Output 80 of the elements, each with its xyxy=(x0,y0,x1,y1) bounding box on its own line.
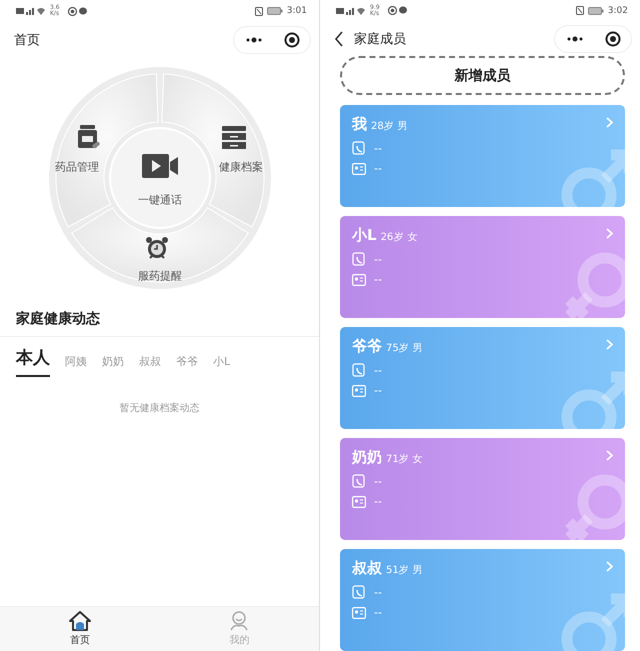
battery-icon xyxy=(588,6,604,15)
member-age: 71岁 xyxy=(386,452,409,466)
phone-icon xyxy=(352,474,366,488)
notification-icons-drawing xyxy=(388,6,408,16)
member-tab[interactable]: 爷爷 xyxy=(176,353,198,377)
member-tab[interactable]: 阿姨 xyxy=(65,353,87,377)
member-name: 我 xyxy=(352,115,367,134)
member-card[interactable]: 奶奶 71岁 女 -- -- xyxy=(340,438,625,540)
close-icon[interactable] xyxy=(604,30,620,47)
id-card-icon xyxy=(352,496,366,508)
id-card-icon xyxy=(352,384,366,396)
menu-label[interactable]: 服药提醒 xyxy=(138,268,182,284)
member-sex: 男 xyxy=(412,564,423,577)
add-member-button[interactable]: 新增成员 xyxy=(340,56,625,95)
nfc-icon xyxy=(254,6,263,16)
member-card[interactable]: 我 28岁 男 -- -- xyxy=(340,105,625,207)
back-icon[interactable] xyxy=(334,30,344,47)
phone-icon xyxy=(352,141,366,155)
section-title: 家庭健康动态 xyxy=(15,310,101,329)
id-number: -- xyxy=(374,162,382,175)
id-card-icon xyxy=(352,274,366,286)
status-icons-drawing xyxy=(16,6,46,16)
house-icon[interactable] xyxy=(68,611,91,631)
member-age: 28岁 xyxy=(371,120,394,133)
phone-number: -- xyxy=(374,252,382,266)
member-sex: 女 xyxy=(412,453,423,466)
member-name: 小L xyxy=(352,226,377,245)
status-time: 3:02 xyxy=(608,6,628,16)
menu-label[interactable]: 一键通话 xyxy=(138,192,182,208)
member-tab[interactable]: 本人 xyxy=(16,345,50,377)
member-sex: 女 xyxy=(407,231,418,244)
member-tab[interactable]: 奶奶 xyxy=(102,353,124,377)
empty-message: 暂无健康档案动态 xyxy=(118,402,200,415)
battery-icon xyxy=(266,7,283,15)
menu-segment[interactable] xyxy=(161,74,264,228)
phone-icon xyxy=(352,363,366,377)
tab-label[interactable]: 首页 xyxy=(70,633,90,647)
medicine-bottle-icon xyxy=(76,124,100,150)
menu-segment[interactable] xyxy=(71,207,249,282)
member-card[interactable]: 叔叔 51岁 男 -- -- xyxy=(340,549,625,651)
status-icons-drawing xyxy=(336,6,366,16)
phone-number: -- xyxy=(374,364,382,376)
member-age: 26岁 xyxy=(380,230,404,244)
id-number: -- xyxy=(374,495,382,508)
phone-icon xyxy=(352,252,366,266)
more-icon[interactable] xyxy=(566,36,584,42)
tab-label[interactable]: 我的 xyxy=(229,633,250,647)
member-sex: 男 xyxy=(412,342,423,355)
page-title: 首页 xyxy=(14,32,41,49)
close-icon[interactable] xyxy=(284,32,300,48)
drawer-cabinet-icon xyxy=(221,125,247,149)
more-icon[interactable] xyxy=(244,37,262,43)
nfc-icon xyxy=(576,6,584,16)
id-card-icon xyxy=(352,606,366,618)
id-number: -- xyxy=(374,273,382,286)
member-card[interactable]: 爷爷 75岁 男 -- -- xyxy=(340,327,625,429)
member-age: 51岁 xyxy=(386,564,409,577)
page-title: 家庭成员 xyxy=(354,30,407,48)
menu-label[interactable]: 健康档案 xyxy=(219,160,263,174)
phone-number: -- xyxy=(374,474,382,488)
status-time: 3:01 xyxy=(286,6,307,16)
menu-segment[interactable] xyxy=(56,74,159,228)
member-name: 奶奶 xyxy=(352,448,382,467)
member-tab[interactable]: 叔叔 xyxy=(139,353,161,377)
member-name: 叔叔 xyxy=(352,559,382,578)
id-number: -- xyxy=(374,384,382,397)
phone-icon xyxy=(352,585,366,599)
alarm-clock-icon xyxy=(145,236,169,260)
id-card-icon xyxy=(352,162,366,174)
menu-label[interactable]: 药品管理 xyxy=(55,160,99,174)
member-name: 爷爷 xyxy=(352,337,382,356)
id-number: -- xyxy=(374,606,382,619)
member-age: 75岁 xyxy=(386,342,409,355)
member-tab[interactable]: 小L xyxy=(213,353,230,377)
phone-number: -- xyxy=(374,142,382,154)
phone-number: -- xyxy=(374,586,382,598)
member-card[interactable]: 小L 26岁 女 -- -- xyxy=(340,216,625,318)
notification-icons-drawing xyxy=(68,6,88,16)
video-camera-icon xyxy=(141,153,179,179)
member-sex: 男 xyxy=(398,120,408,133)
